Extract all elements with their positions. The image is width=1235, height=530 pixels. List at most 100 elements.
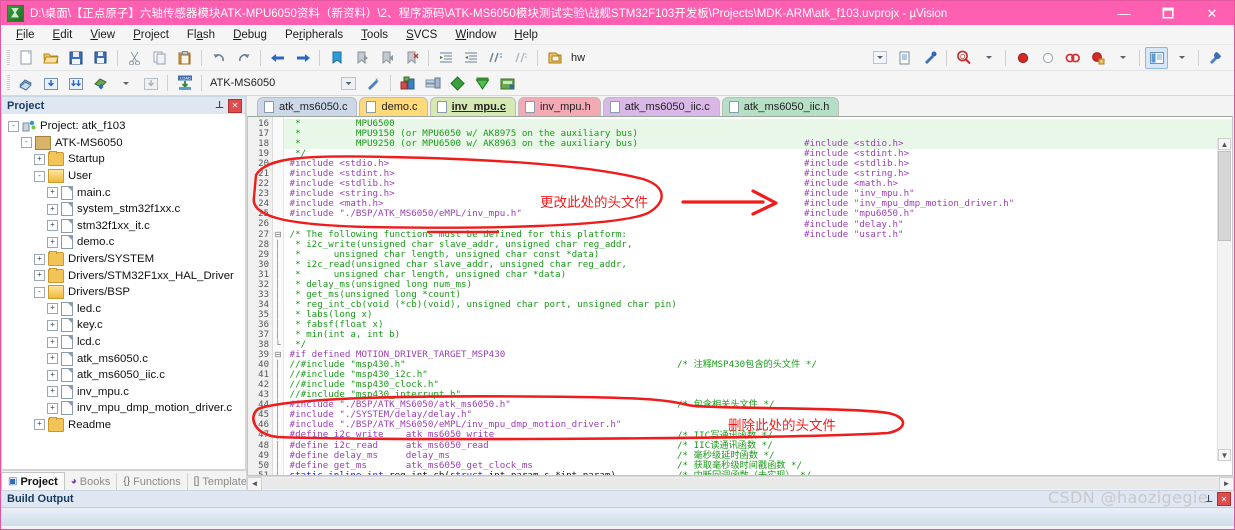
editor-tab-atk_ms6050_iic-h[interactable]: atk_ms6050_iic.h (721, 97, 840, 116)
target-options-icon[interactable] (362, 72, 385, 94)
tree-node[interactable]: - Drivers/BSP (2, 284, 245, 301)
build-output-close-icon[interactable]: ✕ (1217, 492, 1231, 506)
code-line[interactable]: * min(int a, int b) (284, 329, 1232, 340)
stop-build-icon[interactable] (139, 72, 162, 94)
batch-build-icon[interactable] (89, 72, 112, 94)
collapse-icon[interactable]: - (21, 137, 32, 149)
tree-node[interactable]: + lcd.c (2, 334, 245, 351)
menu-peripherals[interactable]: Peripherals (276, 28, 352, 42)
menu-debug[interactable]: Debug (224, 28, 276, 42)
batch-build-dropdown-icon[interactable] (114, 72, 137, 94)
menu-tools[interactable]: Tools (352, 28, 397, 42)
navigate-forward-icon[interactable] (291, 47, 314, 69)
find-icon[interactable]: Q (952, 47, 975, 69)
expand-icon[interactable]: + (47, 369, 58, 381)
insert-file-icon[interactable] (893, 47, 916, 69)
close-button[interactable]: ✕ (1190, 1, 1234, 25)
expand-icon[interactable]: + (47, 402, 58, 414)
vertical-scroll-thumb[interactable] (1218, 151, 1231, 241)
target-select[interactable]: ATK-MS6050 (206, 75, 336, 92)
project-pane-tab-project[interactable]: ▣ Project (1, 472, 65, 490)
manage-multi-icon[interactable] (421, 72, 444, 94)
quick-find-value[interactable]: hw (571, 52, 585, 64)
navigate-back-icon[interactable] (266, 47, 289, 69)
tree-node[interactable]: - Project: atk_f103 (2, 118, 245, 135)
menu-window[interactable]: Window (446, 28, 505, 42)
expand-icon[interactable]: + (34, 253, 45, 265)
expand-icon[interactable]: + (47, 353, 58, 365)
project-pane-tab-functions[interactable]: {} Functions (117, 473, 188, 490)
scroll-up-icon[interactable]: ▲ (1218, 138, 1231, 150)
bookmark-clear-icon[interactable] (400, 47, 423, 69)
target-select-chevron-down-icon[interactable] (337, 72, 360, 94)
manage-project-items-icon[interactable] (396, 72, 419, 94)
tree-node[interactable]: + key.c (2, 317, 245, 334)
breakpoint-kill-icon[interactable] (1061, 47, 1084, 69)
comment-icon[interactable] (484, 47, 507, 69)
pack-green-icon[interactable] (471, 72, 494, 94)
code-line[interactable]: * fabsf(float x) (284, 319, 1232, 330)
tree-node[interactable]: + inv_mpu.c (2, 384, 245, 401)
build-icon[interactable] (39, 72, 62, 94)
tree-node[interactable]: + Readme (2, 416, 245, 434)
breakpoint-enable-icon[interactable] (1086, 47, 1109, 69)
code-line[interactable]: * reg_int_cb(void (*cb)(void), unsigned … (284, 299, 1232, 310)
expand-icon[interactable]: + (47, 303, 58, 315)
bookmark-toggle-icon[interactable] (325, 47, 348, 69)
code-line[interactable]: #include "./BSP/ATK_MS6050/eMPL/inv_mpu.… (284, 209, 1232, 219)
tree-node[interactable]: - User (2, 168, 245, 185)
editor-vertical-scrollbar[interactable]: ▲ ▼ (1217, 138, 1231, 461)
code-line[interactable]: #include <stdio.h> (284, 159, 1232, 169)
expand-icon[interactable]: + (47, 336, 58, 348)
scroll-down-icon[interactable]: ▼ (1218, 449, 1231, 461)
new-file-icon[interactable] (14, 47, 37, 69)
editor-tab-atk_ms6050_iic-c[interactable]: atk_ms6050_iic.c (602, 97, 720, 116)
menu-project[interactable]: Project (124, 28, 178, 42)
editor-tab-inv_mpu-c[interactable]: inv_mpu.c (429, 97, 516, 116)
pack-installer-icon[interactable] (446, 72, 469, 94)
load-icon[interactable]: LOAD (173, 72, 196, 94)
tree-node[interactable]: + main.c (2, 184, 245, 201)
chevron-down-icon[interactable] (868, 47, 891, 69)
scroll-left-icon[interactable]: ◄ (247, 476, 262, 491)
redo-icon[interactable] (232, 47, 255, 69)
collapse-icon[interactable]: - (34, 286, 45, 298)
pin-icon[interactable]: ⊥ (215, 100, 224, 111)
tree-node[interactable]: + Startup (2, 151, 245, 168)
collapse-icon[interactable]: - (8, 120, 19, 132)
tree-node[interactable]: + Drivers/STM32F1xx_HAL_Driver (2, 267, 245, 284)
menu-help[interactable]: Help (505, 28, 547, 42)
save-icon[interactable] (64, 47, 87, 69)
undo-icon[interactable] (207, 47, 230, 69)
expand-icon[interactable]: + (47, 236, 58, 248)
fold-marker[interactable]: ⊟ (273, 350, 283, 360)
expand-icon[interactable]: + (47, 386, 58, 398)
save-all-icon[interactable] (89, 47, 112, 69)
menu-svcs[interactable]: SVCS (397, 28, 446, 42)
maximize-button[interactable]: 🗖 (1146, 1, 1190, 25)
code-fold-column[interactable]: ⊟││││││││││└⊟││││││││││││⊟ (273, 117, 284, 475)
pack-manager-icon[interactable] (496, 72, 519, 94)
code-editor[interactable]: 16 17 18 19 20 21 22 23 24 25 26 27 28 29 30 31 32 33 34 35… (247, 116, 1233, 476)
menu-flash[interactable]: Flash (178, 28, 224, 42)
tree-node[interactable]: + inv_mpu_dmp_motion_driver.c (2, 400, 245, 417)
cut-icon[interactable] (123, 47, 146, 69)
tree-node[interactable]: + Drivers/SYSTEM (2, 251, 245, 268)
outdent-icon[interactable] (459, 47, 482, 69)
code-line[interactable]: #include <stdlib.h> (284, 179, 1232, 189)
find-dropdown-icon[interactable] (977, 47, 1000, 69)
expand-icon[interactable]: + (47, 203, 58, 215)
project-tree[interactable]: - Project: atk_f103- ATK-MS6050 + Startup - Us… (1, 114, 246, 470)
menu-file[interactable]: FFileile (7, 28, 44, 42)
project-pane-tab-books[interactable]: ◕ Books (65, 473, 118, 490)
menu-view[interactable]: View (81, 28, 124, 42)
copy-icon[interactable] (148, 47, 171, 69)
toolbar-grip[interactable] (7, 49, 10, 66)
code-line[interactable]: * labs(long x) (284, 309, 1232, 320)
expand-icon[interactable]: + (47, 220, 58, 232)
tree-node[interactable]: + demo.c (2, 234, 245, 251)
editor-tab-atk_ms6050-c[interactable]: atk_ms6050.c (257, 97, 358, 116)
tree-node[interactable]: + atk_ms6050_iic.c (2, 367, 245, 384)
tree-node[interactable]: + atk_ms6050.c (2, 350, 245, 367)
expand-icon[interactable]: + (47, 319, 58, 331)
